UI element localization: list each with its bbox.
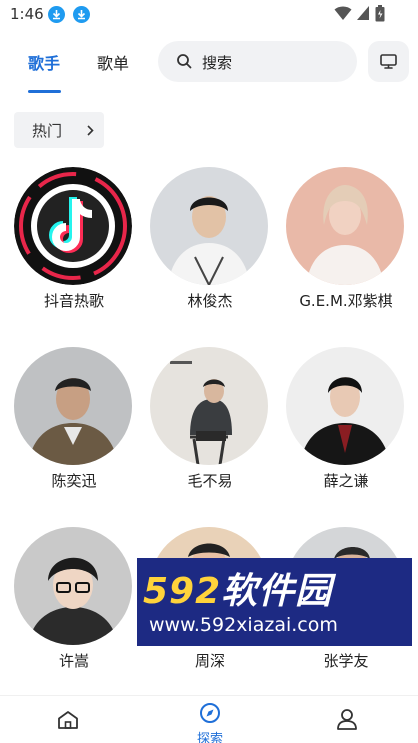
artist-name: 张学友 — [323, 652, 369, 670]
artist-avatar — [14, 527, 132, 645]
artist-name: 周深 — [194, 652, 225, 670]
download-notification-icon — [48, 6, 65, 23]
tab-singers[interactable]: 歌手 — [28, 50, 60, 74]
status-time: 1:46 — [10, 5, 44, 23]
artist-avatar — [150, 347, 268, 465]
hot-filter-chip[interactable]: 热门 — [14, 112, 104, 148]
artist-name: G.E.M.邓紫棋 — [299, 292, 393, 310]
signal-icon — [357, 6, 369, 20]
chevron-right-icon — [87, 125, 94, 136]
watermark-number: 592 — [143, 571, 222, 612]
artist-name: 毛不易 — [187, 472, 233, 490]
nav-explore-label: 探索 — [196, 732, 223, 743]
battery-icon — [375, 5, 385, 22]
search-icon — [177, 54, 192, 69]
artist-name: 薛之谦 — [323, 472, 369, 490]
bottom-nav: 探索 — [0, 695, 418, 743]
status-bar: 1:46 — [0, 0, 418, 28]
person-icon[interactable] — [336, 708, 358, 730]
watermark-title: 软件园 — [221, 571, 333, 612]
search-placeholder: 搜索 — [202, 54, 233, 72]
compass-icon — [200, 703, 220, 723]
monitor-icon — [380, 54, 397, 69]
chip-label: 热门 — [32, 122, 63, 140]
download-notification-icon — [73, 6, 90, 23]
artist-name: 陈奕迅 — [51, 472, 97, 490]
artist-avatar — [150, 167, 268, 285]
watermark-brand: 592软件园 — [143, 562, 332, 614]
tiktok-logo-avatar — [14, 167, 132, 285]
artist-avatar — [14, 347, 132, 465]
artist-avatar — [286, 347, 404, 465]
artist-name: 林俊杰 — [187, 292, 233, 310]
watermark-banner: 592软件园 www.592xiazai.com — [137, 558, 412, 646]
search-input[interactable]: 搜索 — [158, 41, 357, 82]
artist-name: 抖音热歌 — [43, 292, 104, 310]
active-tab-indicator — [28, 90, 61, 93]
home-icon[interactable] — [57, 710, 79, 730]
artist-name: 许嵩 — [58, 652, 89, 670]
artist-avatar — [286, 167, 404, 285]
watermark-url: www.592xiazai.com — [149, 614, 338, 636]
wifi-icon — [334, 6, 352, 20]
tab-playlists[interactable]: 歌单 — [97, 50, 129, 74]
cast-screen-button[interactable] — [368, 41, 409, 82]
